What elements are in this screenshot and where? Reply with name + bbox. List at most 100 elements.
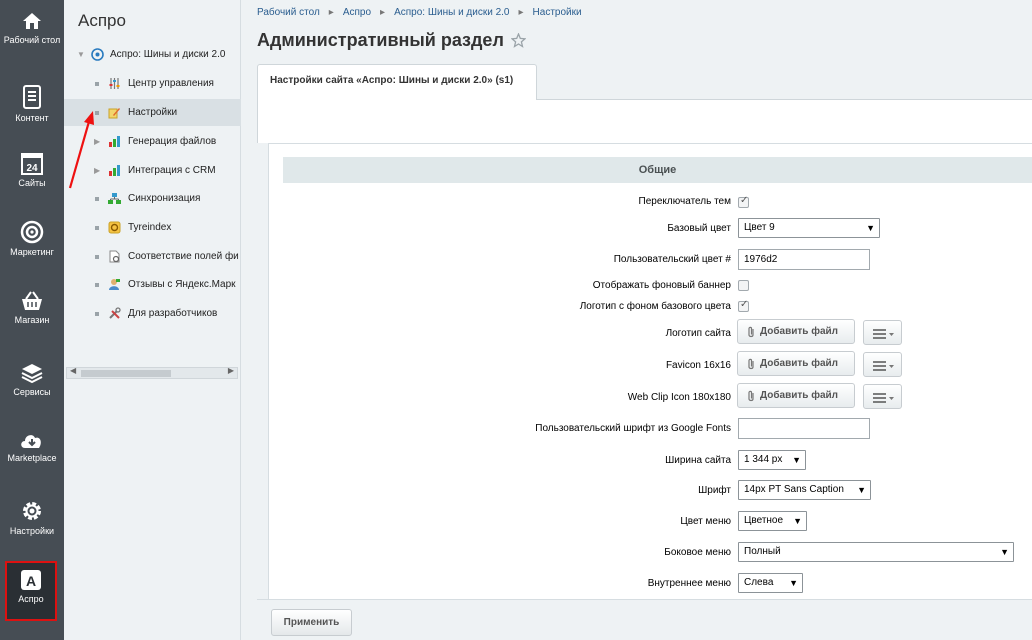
favicon-label: Favicon 16x16 <box>665 360 731 371</box>
gear-icon <box>23 502 41 520</box>
breadcrumb-separator-icon: ▸ <box>328 7 334 18</box>
iconbar-label: Сайты <box>18 178 46 188</box>
tree-item-control-center[interactable]: Центр управления <box>64 70 241 97</box>
tree-item-developers[interactable]: Для разработчиков <box>64 300 241 327</box>
menu-dropdown-icon <box>873 393 894 403</box>
iconbar-item-settings[interactable]: Настройки <box>0 499 64 536</box>
document-icon <box>23 85 41 109</box>
tree-item-label: Соответствие полей фи <box>128 251 239 262</box>
dropdown-arrow-icon: ▼ <box>857 485 866 495</box>
breadcrumb-separator-icon: ▸ <box>518 7 524 18</box>
file-gear-icon <box>109 250 120 263</box>
site-logo-add-file-button[interactable]: Добавить файл <box>737 319 855 344</box>
site-width-select[interactable]: 1 344 px ▼ <box>738 450 806 470</box>
tree-bullet <box>95 312 99 316</box>
breadcrumb-item[interactable]: Аспро <box>343 7 371 18</box>
scroll-left-arrow-icon[interactable]: ◀ <box>70 366 76 375</box>
dropdown-arrow-icon: ▼ <box>792 455 801 465</box>
tree-item-label: Генерация файлов <box>128 136 217 147</box>
tree-title: Аспро <box>78 11 126 30</box>
custom-color-label: Пользовательский цвет # <box>613 254 731 265</box>
select-value: Слева <box>744 577 774 588</box>
iconbar-item-marketing[interactable]: Маркетинг <box>0 220 64 257</box>
tab-site-settings[interactable]: Настройки сайта «Аспро: Шины и диски 2.0… <box>257 64 537 100</box>
iconbar-item-sites[interactable]: 24 Сайты <box>0 153 64 188</box>
iconbar-item-desktop[interactable]: Рабочий стол <box>0 10 64 45</box>
breadcrumb-separator-icon: ▸ <box>380 7 386 18</box>
iconbar-label: Рабочий стол <box>3 35 61 45</box>
iconbar-label: Настройки <box>9 526 55 536</box>
target-icon <box>20 220 44 244</box>
tree-bullet <box>95 226 99 230</box>
tree-item-field-mapping[interactable]: Соответствие полей фи <box>64 243 241 270</box>
tab-panel-header <box>257 100 1032 143</box>
theme-switch-label: Переключатель тем <box>638 196 731 207</box>
chart-icon <box>109 136 120 147</box>
show-bg-banner-checkbox[interactable] <box>738 280 749 291</box>
favicon-menu-button[interactable] <box>863 352 902 377</box>
collapse-arrow-icon[interactable]: ▼ <box>77 41 85 68</box>
inner-menu-select[interactable]: Слева ▼ <box>738 573 803 593</box>
sliders-icon <box>109 78 120 89</box>
scroll-right-arrow-icon[interactable]: ▶ <box>228 366 234 375</box>
iconbar-item-content[interactable]: Контент <box>0 84 64 123</box>
breadcrumb-item[interactable]: Аспро: Шины и диски 2.0 <box>394 7 509 18</box>
theme-switch-checkbox[interactable] <box>738 195 749 208</box>
iconbar-item-shop[interactable]: Магазин <box>0 290 64 325</box>
tools-icon <box>109 307 121 319</box>
svg-text:A: A <box>26 573 36 589</box>
scrollbar-thumb[interactable] <box>81 370 171 377</box>
site-logo-menu-button[interactable] <box>863 320 902 345</box>
select-value: Полный <box>744 546 781 557</box>
menu-dropdown-icon <box>873 329 894 339</box>
settings-form <box>268 143 1032 599</box>
font-label: Шрифт <box>698 485 731 496</box>
breadcrumb-item[interactable]: Настройки <box>533 7 582 18</box>
base-color-select[interactable]: Цвет 9 ▼ <box>738 218 880 238</box>
main-icon-bar: Рабочий стол Контент 24 Сайты Маркетинг … <box>0 0 64 640</box>
tab-bar: Настройки сайта «Аспро: Шины и диски 2.0… <box>257 64 1032 100</box>
layers-icon <box>21 364 43 384</box>
iconbar-label: Маркетинг <box>10 247 54 257</box>
tree-bullet <box>95 255 99 259</box>
tree-bullet <box>95 82 99 86</box>
logo-base-bg-checkbox[interactable] <box>738 299 749 312</box>
user-review-icon <box>109 279 120 290</box>
aspro-logo-icon: A <box>21 570 41 590</box>
dropdown-arrow-icon: ▼ <box>866 223 875 233</box>
menu-color-select[interactable]: Цветное ▼ <box>738 511 807 531</box>
dropdown-arrow-icon: ▼ <box>1000 547 1009 557</box>
menu-dropdown-icon <box>873 361 894 371</box>
side-menu-select[interactable]: Полный ▼ <box>738 542 1014 562</box>
custom-color-input[interactable]: 1976d2 <box>738 249 870 270</box>
network-icon <box>108 193 121 204</box>
paperclip-icon <box>748 390 754 402</box>
google-font-input[interactable] <box>738 418 870 439</box>
font-select[interactable]: 14px PT Sans Caption ▼ <box>738 480 871 500</box>
tree-horizontal-scrollbar[interactable]: ◀ ▶ <box>66 366 238 379</box>
iconbar-label: Магазин <box>14 315 50 325</box>
apply-button[interactable]: Применить <box>271 609 352 636</box>
cloud-download-icon <box>21 435 41 448</box>
side-menu-label: Боковое меню <box>664 547 731 558</box>
add-file-label: Добавить файл <box>760 358 839 369</box>
favicon-add-file-button[interactable]: Добавить файл <box>737 351 855 376</box>
webclip-menu-button[interactable] <box>863 384 902 409</box>
tree-bullet <box>95 283 99 287</box>
paperclip-icon <box>748 358 754 370</box>
tree-item-label: Синхронизация <box>128 193 201 204</box>
select-value: 14px PT Sans Caption <box>744 484 844 495</box>
dropdown-arrow-icon: ▼ <box>789 578 798 588</box>
iconbar-item-aspro[interactable]: A Аспро <box>5 561 57 621</box>
tree-item-label: Tyreindex <box>128 222 172 233</box>
page-title: Административный раздел <box>257 30 504 50</box>
tree-root-item[interactable]: ▼ Аспро: Шины и диски 2.0 <box>64 41 241 68</box>
favorite-star-icon[interactable] <box>511 33 526 48</box>
iconbar-item-marketplace[interactable]: Marketplace <box>0 430 64 463</box>
breadcrumb-item[interactable]: Рабочий стол <box>257 7 320 18</box>
tree-item-yandex-reviews[interactable]: Отзывы с Яндекс.Марк <box>64 271 241 298</box>
tree-item-label: Для разработчиков <box>128 308 218 319</box>
webclip-add-file-button[interactable]: Добавить файл <box>737 383 855 408</box>
tree-item-tyreindex[interactable]: Tyreindex <box>64 214 241 241</box>
iconbar-item-services[interactable]: Сервисы <box>0 362 64 397</box>
